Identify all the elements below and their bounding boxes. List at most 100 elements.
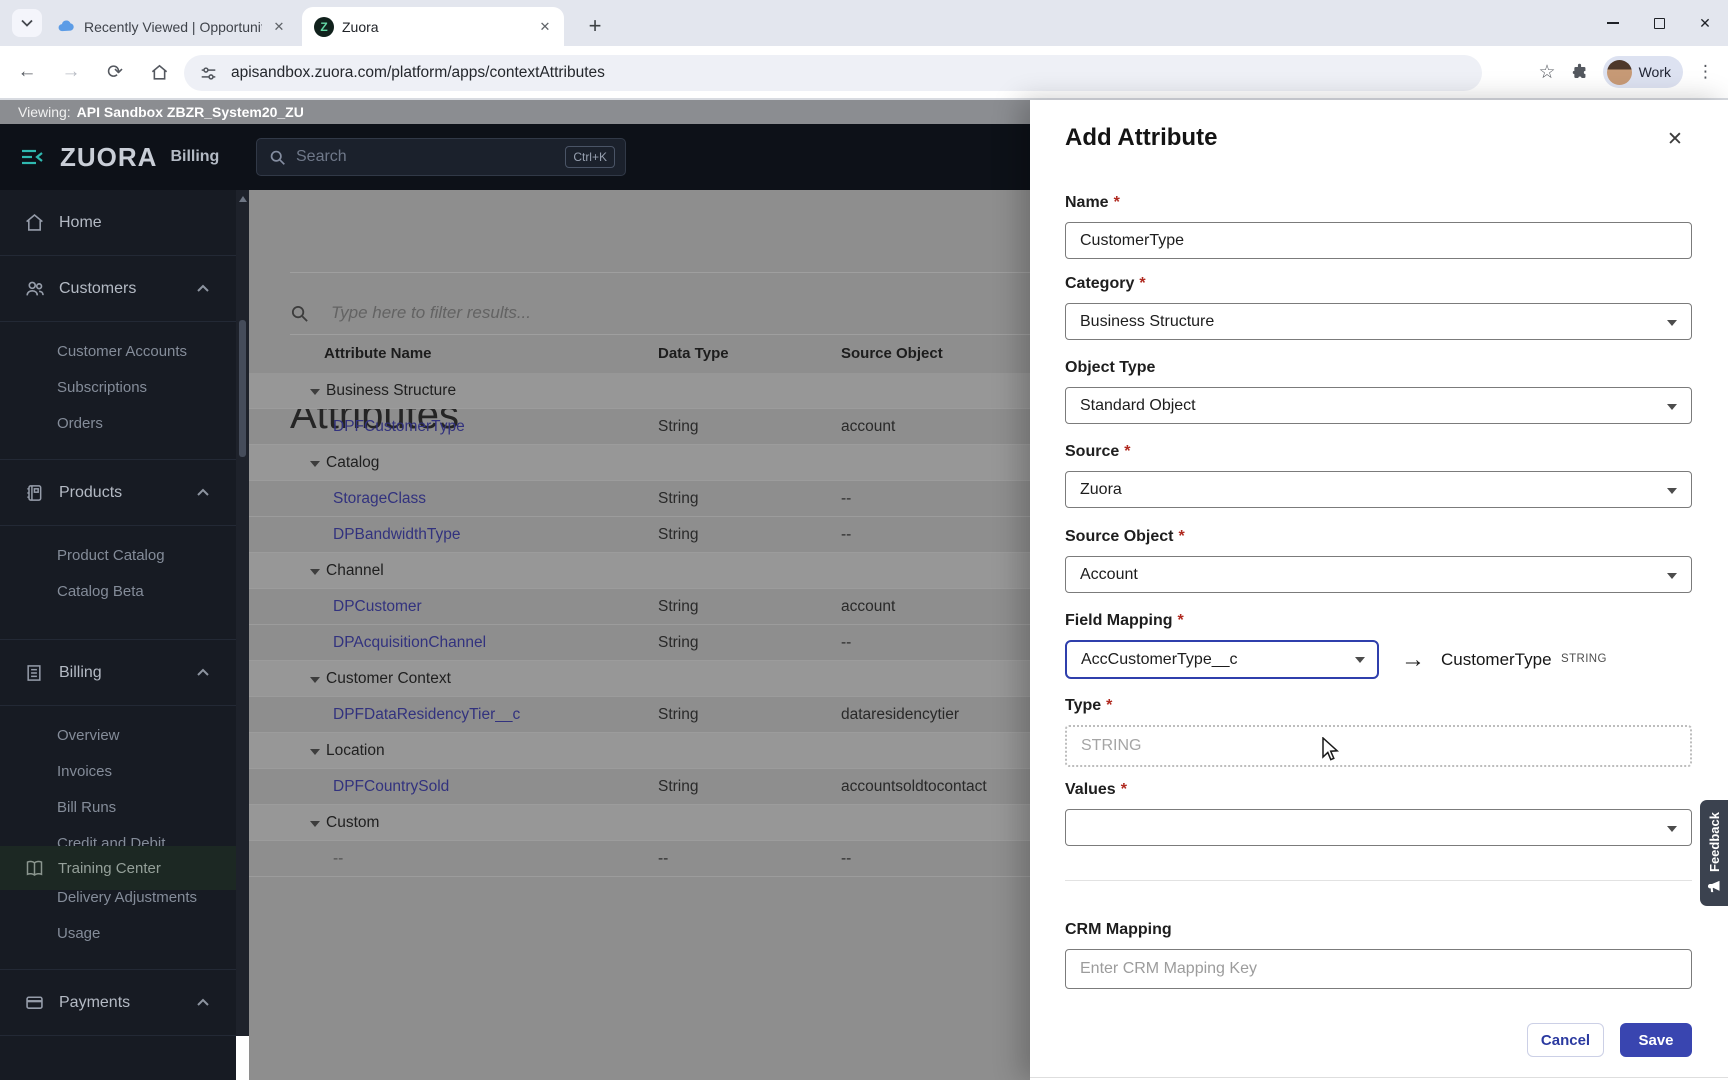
zuora-favicon: Z [314, 16, 334, 37]
viewing-bar: Viewing: API Sandbox ZBZR_System20_ZU [0, 100, 1030, 124]
close-icon[interactable]: ✕ [1662, 126, 1688, 152]
reload-button[interactable]: ⟳ [98, 55, 132, 89]
sidebar-item-product-catalog[interactable]: Product Catalog [0, 538, 236, 574]
sidebar-item-usage[interactable]: Usage [0, 916, 236, 952]
table-row: DPCustomer String account [249, 589, 1030, 625]
chevron-up-icon [196, 998, 210, 1007]
table-row: DPAcquisitionChannel String -- [249, 625, 1030, 661]
sidebar-item-payments[interactable]: Payments [0, 970, 236, 1036]
cancel-button[interactable]: Cancel [1527, 1023, 1604, 1057]
group-row-location[interactable]: Location [249, 733, 1030, 769]
filter-input[interactable] [331, 303, 1030, 323]
sidebar-item-home[interactable]: Home [0, 190, 236, 256]
group-row-channel[interactable]: Channel [249, 553, 1030, 589]
home-icon [151, 64, 167, 80]
attribute-link[interactable]: DPFCustomerType [333, 418, 465, 436]
sidebar-item-products[interactable]: Products [0, 460, 236, 526]
field-mapping-select[interactable]: AccCustomerType__c [1065, 640, 1379, 679]
minimize-button[interactable] [1590, 0, 1636, 46]
tab-search-button[interactable] [12, 9, 42, 37]
group-row-business-structure[interactable]: Business Structure [249, 373, 1030, 409]
group-row-catalog[interactable]: Catalog [249, 445, 1030, 481]
attribute-link[interactable]: DPBandwidthType [333, 526, 461, 544]
chevron-down-icon [1667, 404, 1677, 410]
column-header-attribute-name: Attribute Name [324, 345, 432, 362]
new-tab-button[interactable]: + [580, 11, 610, 41]
group-row-customer-context[interactable]: Customer Context [249, 661, 1030, 697]
sidebar-item-overview[interactable]: Overview [0, 718, 236, 754]
search-icon [270, 150, 285, 165]
name-label: Name * [1065, 194, 1120, 211]
product-name: Billing [170, 148, 220, 165]
tab-close-icon[interactable]: ✕ [536, 18, 554, 36]
sidebar-item-customers[interactable]: Customers [0, 256, 236, 322]
scrollbar-up-arrow[interactable] [239, 196, 247, 202]
browser-menu-icon[interactable]: ⋮ [1697, 62, 1714, 82]
name-input[interactable] [1080, 231, 1677, 250]
chevron-down-icon [1667, 573, 1677, 579]
extensions-puzzle-icon[interactable] [1570, 63, 1589, 82]
forward-button[interactable]: → [54, 55, 88, 89]
sidebar-collapse-icon[interactable] [20, 147, 46, 167]
collapse-triangle-icon [310, 461, 320, 467]
group-row-custom[interactable]: Custom [249, 805, 1030, 841]
object-type-label: Object Type [1065, 359, 1156, 376]
category-select[interactable]: Business Structure [1065, 303, 1692, 340]
sidebar-item-billing[interactable]: Billing [0, 640, 236, 706]
scrollbar-thumb[interactable] [239, 320, 246, 457]
megaphone-icon [1707, 880, 1719, 893]
url-text: apisandbox.zuora.com/platform/apps/conte… [231, 64, 605, 81]
save-button[interactable]: Save [1620, 1023, 1692, 1057]
browser-profile-button[interactable]: Work [1602, 56, 1683, 88]
maximize-button[interactable] [1636, 0, 1682, 46]
source-object-select[interactable]: Account [1065, 556, 1692, 593]
attribute-link[interactable]: DPCustomer [333, 598, 422, 616]
site-settings-icon [201, 66, 216, 80]
address-bar[interactable]: apisandbox.zuora.com/platform/apps/conte… [184, 55, 1482, 91]
profile-label: Work [1638, 64, 1671, 80]
values-select[interactable] [1065, 809, 1692, 846]
attributes-page: Attributes Attribute Name Data Type Sour… [249, 190, 1030, 1080]
global-search-input[interactable] [296, 148, 566, 166]
sidebar-item-label: Billing [59, 663, 102, 681]
chevron-up-icon [196, 284, 210, 293]
sidebar-item-orders[interactable]: Orders [0, 406, 236, 442]
sidebar-item-subscriptions[interactable]: Subscriptions [0, 370, 236, 406]
drawer-title: Add Attribute [1065, 124, 1218, 151]
billing-submenu: Overview Invoices Bill Runs Credit and D… [0, 706, 236, 970]
chevron-down-icon [1667, 320, 1677, 326]
attribute-link[interactable]: DPFDataResidencyTier__c [333, 706, 520, 724]
bookmark-star-icon[interactable]: ☆ [1539, 61, 1556, 84]
object-type-select[interactable]: Standard Object [1065, 387, 1692, 424]
browser-tab-zuora[interactable]: Z Zuora ✕ [302, 7, 564, 46]
table-row: StorageClass String -- [249, 481, 1030, 517]
browser-tab-salesforce[interactable]: Recently Viewed | Opportunitie ✕ [44, 7, 298, 46]
global-search[interactable]: Ctrl+K [256, 138, 626, 176]
chevron-down-icon [1667, 488, 1677, 494]
source-object-label: Source Object * [1065, 528, 1185, 545]
back-button[interactable]: ← [10, 55, 44, 89]
sidebar-item-label: Customers [59, 279, 137, 297]
mapped-field-name: CustomerType [1441, 650, 1552, 669]
attribute-link[interactable]: DPAcquisitionChannel [333, 634, 486, 652]
sidebar-item-customer-accounts[interactable]: Customer Accounts [0, 334, 236, 370]
attributes-table: Business Structure DPFCustomerType String… [249, 373, 1030, 877]
sidebar-item-training-center[interactable]: Training Center [0, 846, 249, 890]
crm-mapping-input[interactable] [1080, 960, 1677, 978]
search-shortcut-badge: Ctrl+K [565, 146, 615, 168]
feedback-tab[interactable]: Feedback [1700, 800, 1728, 906]
sidebar-item-invoices[interactable]: Invoices [0, 754, 236, 790]
crm-mapping-field-wrap [1065, 949, 1692, 989]
attribute-link[interactable]: StorageClass [333, 490, 426, 508]
tab-close-icon[interactable]: ✕ [270, 18, 288, 36]
sidebar-item-bill-runs[interactable]: Bill Runs [0, 790, 236, 826]
tab-title: Recently Viewed | Opportunitie [84, 18, 262, 35]
source-select[interactable]: Zuora [1065, 471, 1692, 508]
home-button[interactable] [142, 55, 176, 89]
type-label: Type * [1065, 697, 1113, 714]
column-header-data-type: Data Type [658, 345, 729, 362]
browser-toolbar: ← → ⟳ apisandbox.zuora.com/platform/apps… [0, 46, 1728, 100]
sidebar-item-catalog-beta[interactable]: Catalog Beta [0, 574, 236, 610]
attribute-link[interactable]: DPFCountrySold [333, 778, 449, 796]
close-window-button[interactable]: ✕ [1682, 0, 1728, 46]
